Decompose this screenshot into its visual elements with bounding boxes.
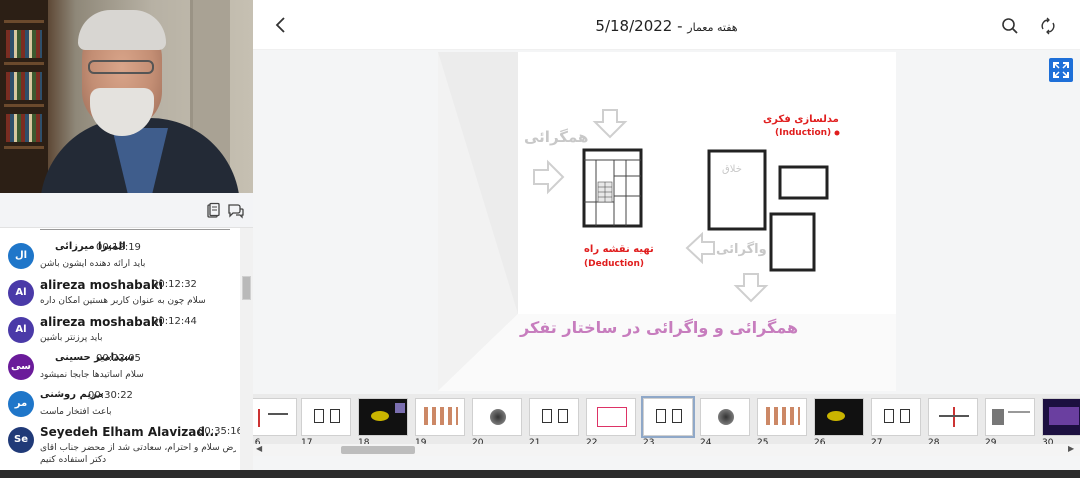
avatar: Se xyxy=(8,427,34,453)
chat-messages: ال المیرا میرزائی 00:12:19 باید ارائه ده… xyxy=(0,228,240,478)
thumbnail-active[interactable] xyxy=(641,396,695,438)
search-icon[interactable] xyxy=(1001,17,1019,35)
message-time: 00:30:22 xyxy=(88,390,133,401)
slide-label-roadmap: تهیه نقشه راه xyxy=(584,244,654,255)
chat-message: Al alireza moshabaki 00:12:32 سلام چون ب… xyxy=(0,277,240,313)
chat-message: مر مریم روشنی 00:30:22 باعث افتخار ماست xyxy=(0,388,240,424)
slide-label-box: خلاق xyxy=(722,164,742,175)
slide-canvas: همگرائی مدلسازی فکری (Induction) خلاق ته… xyxy=(438,52,896,391)
chat-message: Al alireza moshabaki 00:12:44 باید پرزنت… xyxy=(0,314,240,350)
avatar: Al xyxy=(8,317,34,343)
title-separator: - xyxy=(672,17,688,35)
message-time: 00:12:44 xyxy=(152,316,197,327)
chat-toolbar xyxy=(0,193,253,228)
main-viewer: هفته معمار - 5/18/2022 همگرائی مدلسازی ف… xyxy=(253,0,1080,478)
thumbnail[interactable] xyxy=(301,398,351,436)
slide-caption: همگرائی و واگرائی در ساختار تفکر xyxy=(520,318,799,337)
thumbnail[interactable] xyxy=(814,398,864,436)
chat-message: سی سیدامیر حسینی 00:22:05 سلام اساتیدها … xyxy=(0,351,240,387)
avatar: Al xyxy=(8,280,34,306)
message-time: 00:12:32 xyxy=(152,279,197,290)
slide-label-deduction: (Deduction) xyxy=(584,259,644,269)
avatar: ال xyxy=(8,243,34,269)
thumbnail-scrollbar[interactable]: ◀ ▶ xyxy=(253,444,1080,456)
bottom-edge xyxy=(0,470,1080,478)
scroll-thumb[interactable] xyxy=(341,446,415,454)
thumbnail[interactable] xyxy=(757,398,807,436)
message-text: باید ارائه دهنده ایشون باشن xyxy=(40,259,146,269)
thumbnail[interactable] xyxy=(358,398,408,436)
message-text-line2: دکتر استفاده کنیم xyxy=(40,455,107,465)
chat-scrollbar[interactable] xyxy=(240,228,253,478)
scroll-left-icon[interactable]: ◀ xyxy=(256,444,262,453)
chat-message-partial xyxy=(40,228,230,230)
page-title: هفته معمار - 5/18/2022 xyxy=(253,17,1080,35)
sender-name: alireza moshabaki xyxy=(40,278,163,292)
chat-icon[interactable] xyxy=(227,202,245,220)
message-text: باعث افتخار ماست xyxy=(40,407,112,417)
app-root: ال المیرا میرزائی 00:12:19 باید ارائه ده… xyxy=(0,0,1080,478)
bookshelf xyxy=(0,0,48,193)
message-time: 00:12:19 xyxy=(96,242,141,253)
sender-name: alireza moshabaki xyxy=(40,315,163,329)
sender-name: Seyedeh Elham Alavizad... xyxy=(40,425,219,439)
message-time: 00:35:16 xyxy=(198,426,240,437)
avatar: سی xyxy=(8,354,34,380)
message-text: سلام اساتیدها جابجا نمیشود xyxy=(40,370,144,380)
fullscreen-icon[interactable] xyxy=(1049,58,1073,82)
thumbnail[interactable] xyxy=(985,398,1035,436)
message-text: عرض سلام و احترام، سعادتی شد از محضر جنا… xyxy=(40,443,236,453)
notes-icon[interactable] xyxy=(204,202,222,220)
message-text: باید پرزنتر باشین xyxy=(40,333,103,343)
rotate-icon[interactable] xyxy=(1039,17,1057,35)
thumbnail[interactable] xyxy=(928,398,978,436)
scroll-right-icon[interactable]: ▶ xyxy=(1068,444,1074,453)
thumbnail[interactable] xyxy=(586,398,636,436)
thumbnail[interactable] xyxy=(472,398,522,436)
thumbnail[interactable] xyxy=(529,398,579,436)
left-panel: ال المیرا میرزائی 00:12:19 باید ارائه ده… xyxy=(0,0,253,478)
thumbnail[interactable] xyxy=(700,398,750,436)
presenter-video xyxy=(0,0,253,193)
thumbnail[interactable] xyxy=(253,398,297,436)
slide-label-mental-modeling: مدلسازی فکری xyxy=(763,114,839,125)
chat-message: Se Seyedeh Elham Alavizad... 00:35:16 عر… xyxy=(0,424,240,474)
viewer-topbar: هفته معمار - 5/18/2022 xyxy=(253,0,1080,50)
slide-label-divergence: واگرائی xyxy=(716,242,767,257)
message-time: 00:22:05 xyxy=(96,353,141,364)
title-date: 5/18/2022 xyxy=(595,17,673,35)
thumbnail[interactable] xyxy=(415,398,465,436)
title-label: هفته معمار xyxy=(687,21,738,34)
message-text: سلام چون به عنوان کاربر هستین امکان داره xyxy=(40,296,206,306)
avatar: مر xyxy=(8,391,34,417)
slide-label-induction: (Induction) xyxy=(775,128,832,138)
thumbnail[interactable] xyxy=(1042,398,1080,436)
chat-message: ال المیرا میرزائی 00:12:19 باید ارائه ده… xyxy=(0,240,240,276)
thumbnail[interactable] xyxy=(871,398,921,436)
slide-label-convergence: همگرائی xyxy=(524,128,589,146)
